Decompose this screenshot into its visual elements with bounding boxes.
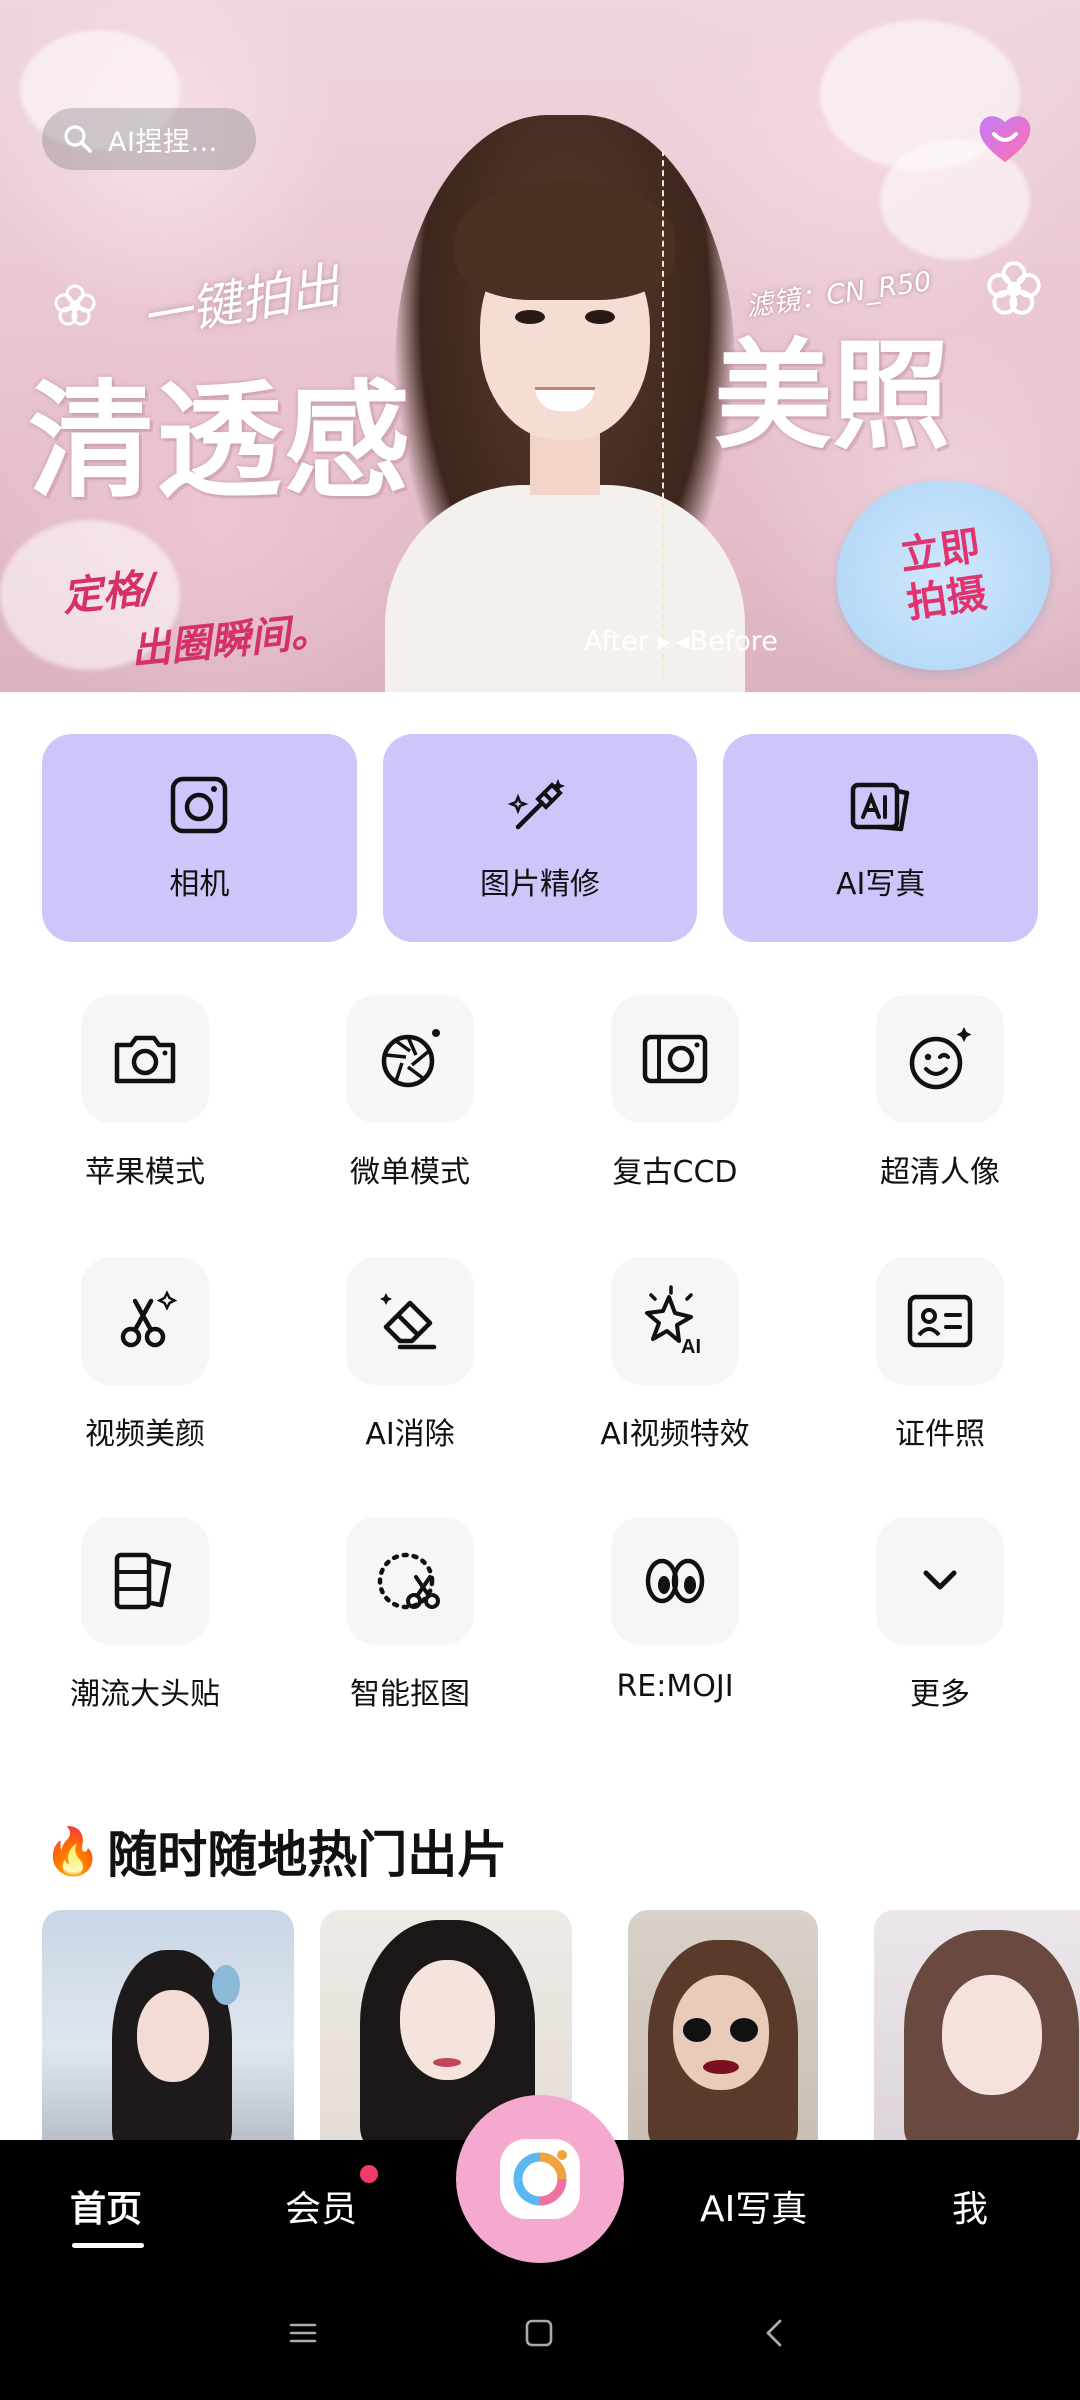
camera-card[interactable]: 相机 bbox=[42, 734, 357, 942]
eraser-icon bbox=[380, 1293, 437, 1350]
ai-photo-icon bbox=[850, 782, 909, 832]
tool-label: AI消除 bbox=[365, 1417, 455, 1452]
banner-tagline-line1: 定格/ bbox=[60, 565, 160, 621]
nav-home[interactable]: 首页 bbox=[70, 2180, 142, 2232]
tool-label: 视频美颜 bbox=[85, 1417, 205, 1452]
before-after-divider[interactable] bbox=[662, 150, 664, 680]
cutout-icon bbox=[377, 1552, 440, 1610]
flower-icon bbox=[987, 261, 1041, 315]
apple-mode-tool[interactable]: 苹果模式 bbox=[45, 995, 245, 1195]
fire-icon: 🔥 bbox=[44, 1823, 102, 1878]
remoji-tool[interactable]: RE:MOJI bbox=[575, 1517, 775, 1717]
photo-retouch-card[interactable]: 图片精修 bbox=[382, 734, 698, 942]
banner-model-photo bbox=[385, 95, 745, 692]
camera-square-icon bbox=[171, 776, 228, 834]
tool-label: 智能抠图 bbox=[350, 1677, 470, 1712]
tool-icon-box bbox=[876, 1517, 1004, 1645]
app-screen: AI捏捏… 一键拍出 清透感 滤镜：CN_R50 美照 定格/ 出圈瞬间。 Af… bbox=[0, 0, 1080, 2400]
dslr-mode-tool[interactable]: 微单模式 bbox=[310, 995, 510, 1195]
home-square-icon[interactable] bbox=[524, 2318, 554, 2348]
menu-icon[interactable] bbox=[288, 2318, 318, 2348]
before-label: ◂Before bbox=[676, 626, 778, 657]
hot-photo-thumbnail[interactable] bbox=[628, 1910, 818, 2140]
center-camera-button[interactable] bbox=[456, 2095, 624, 2263]
id-card-icon bbox=[907, 1294, 973, 1348]
hd-portrait-tool[interactable]: 超清人像 bbox=[840, 995, 1040, 1195]
banner-slogan-small: 一键拍出 bbox=[137, 256, 345, 348]
tool-label: RE:MOJI bbox=[616, 1669, 734, 1704]
wink-face-icon bbox=[909, 1027, 972, 1090]
card-label: 图片精修 bbox=[480, 867, 600, 902]
tool-label: 更多 bbox=[910, 1677, 970, 1712]
hot-section-title: 🔥 随时随地热门出片 bbox=[44, 1818, 508, 1885]
tool-icon-box bbox=[81, 995, 209, 1123]
main-feature-cards: 相机 图片精修 AI写真 bbox=[42, 734, 1039, 942]
tool-label: 复古CCD bbox=[612, 1155, 738, 1190]
vip-heart-icon[interactable] bbox=[976, 110, 1034, 166]
nav-me[interactable]: 我 bbox=[952, 2180, 988, 2232]
tool-icon-box bbox=[876, 995, 1004, 1123]
scissors-sparkle-icon bbox=[120, 1290, 178, 1348]
card-label: 相机 bbox=[169, 867, 230, 902]
magic-brush-icon bbox=[508, 779, 565, 830]
system-navigation-bar bbox=[0, 2270, 1080, 2400]
hot-photo-thumbnail[interactable] bbox=[874, 1910, 1080, 2140]
after-label: After ▸ bbox=[584, 626, 671, 657]
nav-active-indicator bbox=[72, 2243, 144, 2248]
search-icon bbox=[64, 125, 92, 153]
tool-icon-box: AI bbox=[611, 1257, 739, 1385]
hot-section-heading: 随时随地热门出片 bbox=[107, 1826, 508, 1884]
back-icon[interactable] bbox=[760, 2318, 790, 2348]
nav-ai-photo[interactable]: AI写真 bbox=[700, 2180, 807, 2232]
ccd-camera-icon bbox=[642, 1034, 708, 1084]
smart-cutout-tool[interactable]: 智能抠图 bbox=[310, 1517, 510, 1717]
ai-eraser-tool[interactable]: AI消除 bbox=[310, 1257, 510, 1457]
ai-photo-card[interactable]: AI写真 bbox=[723, 734, 1039, 942]
notification-dot bbox=[360, 2165, 378, 2183]
hot-photo-thumbnail[interactable] bbox=[42, 1910, 294, 2140]
more-tool[interactable]: 更多 bbox=[840, 1517, 1040, 1717]
ai-video-effects-tool[interactable]: AI AI视频特效 bbox=[575, 1257, 775, 1457]
banner-slogan-right: 美照 bbox=[714, 327, 951, 465]
flower-icon bbox=[54, 284, 96, 326]
tool-label: AI视频特效 bbox=[600, 1417, 750, 1452]
tool-icon-box bbox=[81, 1517, 209, 1645]
card-label: AI写真 bbox=[835, 867, 926, 902]
tool-label: 苹果模式 bbox=[85, 1155, 205, 1190]
tool-icon-box bbox=[346, 1257, 474, 1385]
chevron-down-icon bbox=[923, 1570, 957, 1590]
retro-ccd-tool[interactable]: 复古CCD bbox=[575, 995, 775, 1195]
shoot-now-button[interactable]: 立即 拍摄 bbox=[823, 465, 1064, 685]
banner-slogan-big: 清透感 bbox=[28, 368, 412, 515]
shutter-icon bbox=[500, 2139, 580, 2219]
search-text: AI捏捏… bbox=[108, 126, 218, 158]
nav-vip[interactable]: 会员 bbox=[285, 2180, 357, 2232]
tool-label: 超清人像 bbox=[880, 1155, 1000, 1190]
tool-icon-box bbox=[611, 995, 739, 1123]
ai-sparkle-icon: AI bbox=[645, 1285, 701, 1358]
tool-icon-box bbox=[876, 1257, 1004, 1385]
search-bar[interactable]: AI捏捏… bbox=[42, 108, 256, 170]
promo-banner[interactable]: AI捏捏… 一键拍出 清透感 滤镜：CN_R50 美照 定格/ 出圈瞬间。 Af… bbox=[0, 0, 1080, 692]
photo-sticker-tool[interactable]: 潮流大头贴 bbox=[45, 1517, 245, 1717]
tool-icon-box bbox=[346, 995, 474, 1123]
tool-icon-box bbox=[346, 1517, 474, 1645]
tool-label: 证件照 bbox=[895, 1417, 985, 1452]
shoot-now-line2: 拍摄 bbox=[904, 570, 990, 628]
photo-strip-icon bbox=[114, 1552, 172, 1610]
tool-label: 微单模式 bbox=[350, 1155, 470, 1190]
camera-icon bbox=[114, 1035, 176, 1084]
tool-label: 潮流大头贴 bbox=[70, 1677, 220, 1712]
id-photo-tool[interactable]: 证件照 bbox=[840, 1257, 1040, 1457]
tool-icon-box bbox=[611, 1517, 739, 1645]
tool-icon-box bbox=[81, 1257, 209, 1385]
video-beauty-tool[interactable]: 视频美颜 bbox=[45, 1257, 245, 1457]
svg-text:AI: AI bbox=[681, 1336, 701, 1358]
eyes-icon bbox=[645, 1558, 705, 1604]
aperture-icon bbox=[381, 1029, 440, 1088]
